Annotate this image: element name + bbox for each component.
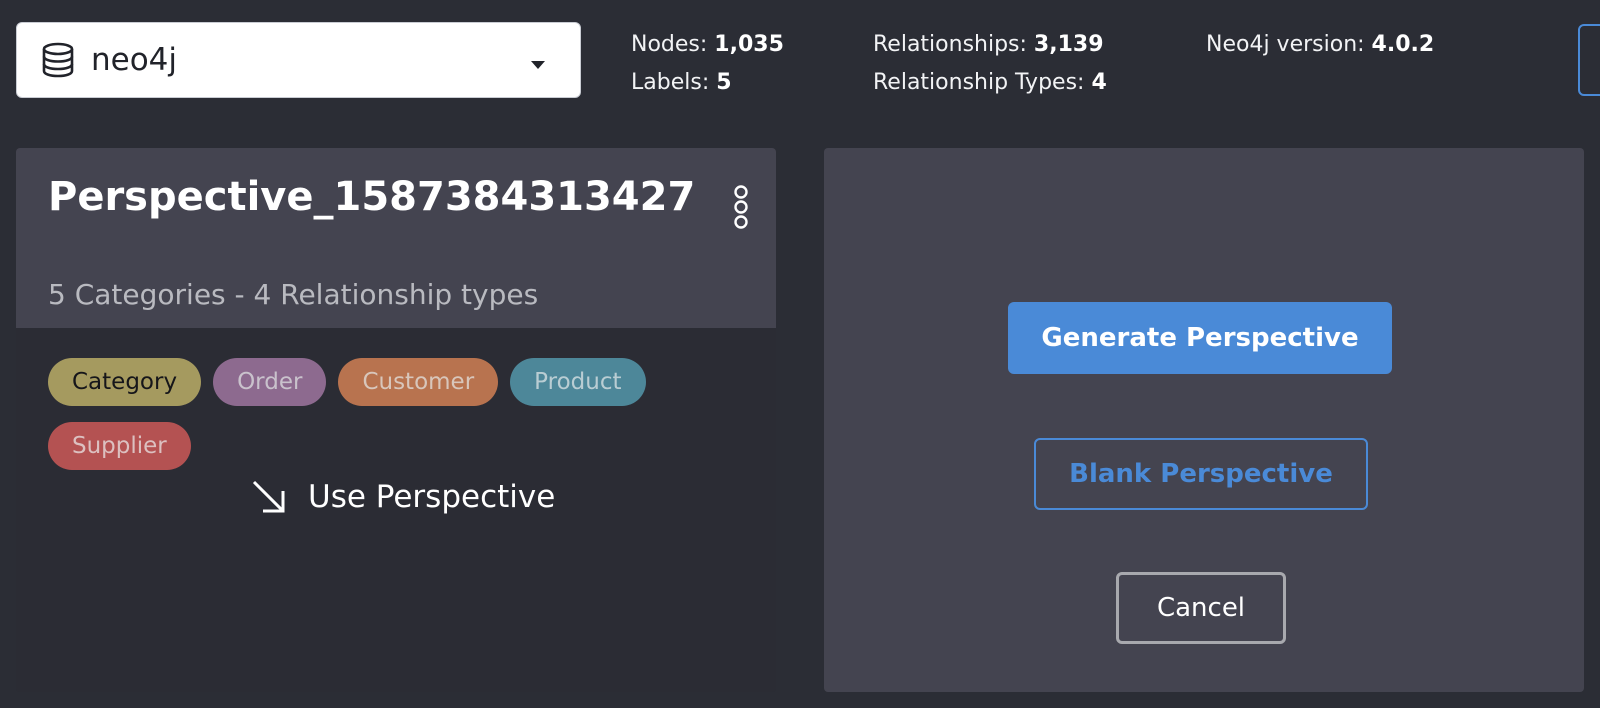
labels-value: 5 — [716, 70, 732, 95]
arrow-down-right-icon — [250, 478, 288, 516]
nodes-label: Nodes: — [631, 32, 715, 57]
rel-types-stat: Relationship Types: 4 — [873, 64, 1107, 102]
relationships-value: 3,139 — [1033, 32, 1104, 57]
blank-perspective-button[interactable]: Blank Perspective — [1034, 438, 1368, 510]
category-chips: Category Order Customer Product Supplier — [48, 358, 748, 470]
rel-types-value: 4 — [1091, 70, 1107, 95]
top-right-button[interactable] — [1578, 24, 1600, 96]
stats-version: Neo4j version: 4.0.2 — [1206, 26, 1434, 64]
use-perspective-button[interactable]: Use Perspective — [250, 478, 555, 516]
database-name: neo4j — [91, 42, 178, 78]
version-value: 4.0.2 — [1371, 32, 1435, 57]
database-select[interactable]: neo4j — [16, 22, 581, 98]
stats-nodes-labels: Nodes: 1,035 Labels: 5 — [631, 26, 784, 102]
perspective-actions-panel: Generate Perspective Blank Perspective C… — [824, 148, 1584, 692]
category-chip-order[interactable]: Order — [213, 358, 327, 406]
nodes-value: 1,035 — [714, 32, 784, 57]
category-chip-category[interactable]: Category — [48, 358, 202, 406]
category-chip-product[interactable]: Product — [510, 358, 646, 406]
version-label: Neo4j version: — [1206, 32, 1372, 57]
relationships-stat: Relationships: 3,139 — [873, 26, 1107, 64]
stats-relationships: Relationships: 3,139 Relationship Types:… — [873, 26, 1107, 102]
category-chip-supplier[interactable]: Supplier — [48, 422, 191, 470]
perspective-card-header: Perspective_1587384313427 5 Categories -… — [16, 148, 776, 328]
category-chip-customer[interactable]: Customer — [338, 358, 499, 406]
perspective-subtitle: 5 Categories - 4 Relationship types — [48, 278, 539, 311]
generate-perspective-button[interactable]: Generate Perspective — [1008, 302, 1392, 374]
use-perspective-label: Use Perspective — [308, 479, 556, 515]
perspective-title: Perspective_1587384313427 — [48, 174, 696, 220]
kebab-menu-icon[interactable] — [730, 184, 752, 232]
labels-label: Labels: — [631, 70, 717, 95]
labels-stat: Labels: 5 — [631, 64, 784, 102]
cancel-button[interactable]: Cancel — [1116, 572, 1286, 644]
version-stat: Neo4j version: 4.0.2 — [1206, 26, 1434, 64]
database-icon — [41, 42, 75, 78]
caret-down-icon[interactable] — [530, 55, 546, 69]
rel-types-label: Relationship Types: — [873, 70, 1092, 95]
perspective-card: Perspective_1587384313427 5 Categories -… — [16, 148, 776, 692]
nodes-stat: Nodes: 1,035 — [631, 26, 784, 64]
relationships-label: Relationships: — [873, 32, 1034, 57]
